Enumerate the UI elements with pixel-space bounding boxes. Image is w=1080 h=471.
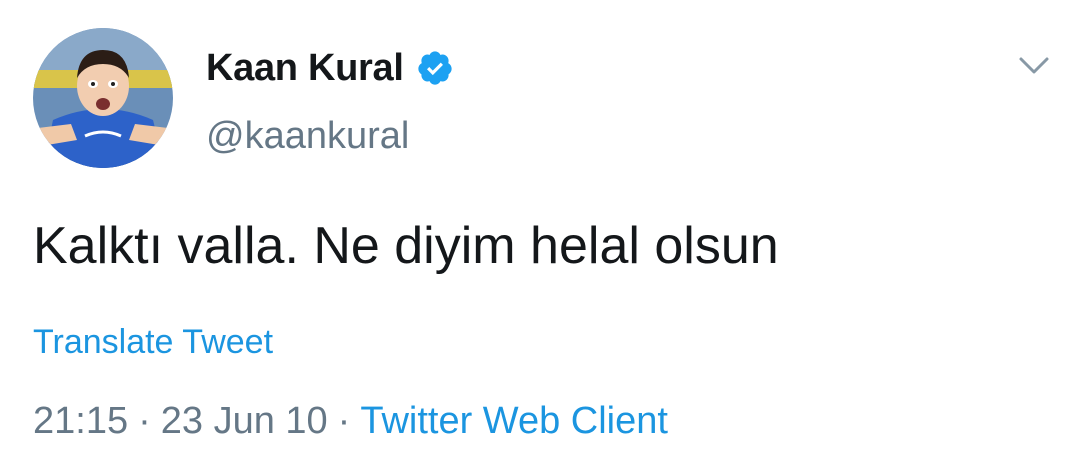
- author-handle[interactable]: @kaankural: [206, 110, 409, 162]
- tweet-date[interactable]: 23 Jun 10: [161, 400, 328, 442]
- author-name-row: Kaan Kural: [206, 42, 454, 94]
- avatar[interactable]: [33, 28, 173, 168]
- verified-badge-icon: [417, 51, 452, 85]
- translate-tweet-link[interactable]: Translate Tweet: [33, 320, 273, 364]
- tweet-time[interactable]: 21:15: [33, 400, 128, 442]
- chevron-down-icon[interactable]: [1018, 54, 1050, 78]
- tweet-meta: 21:15 · 23 Jun 10 · Twitter Web Client: [33, 396, 668, 446]
- tweet-text: Kalktı valla. Ne diyim helal olsun: [33, 217, 779, 275]
- display-name[interactable]: Kaan Kural: [206, 47, 404, 90]
- avatar-image: [33, 28, 173, 168]
- meta-separator: ·: [337, 400, 351, 442]
- meta-separator: ·: [138, 400, 151, 442]
- tweet-card: Kaan Kural @kaankural Kalktı valla. Ne d…: [0, 0, 1080, 471]
- tweet-source-link[interactable]: Twitter Web Client: [360, 400, 668, 442]
